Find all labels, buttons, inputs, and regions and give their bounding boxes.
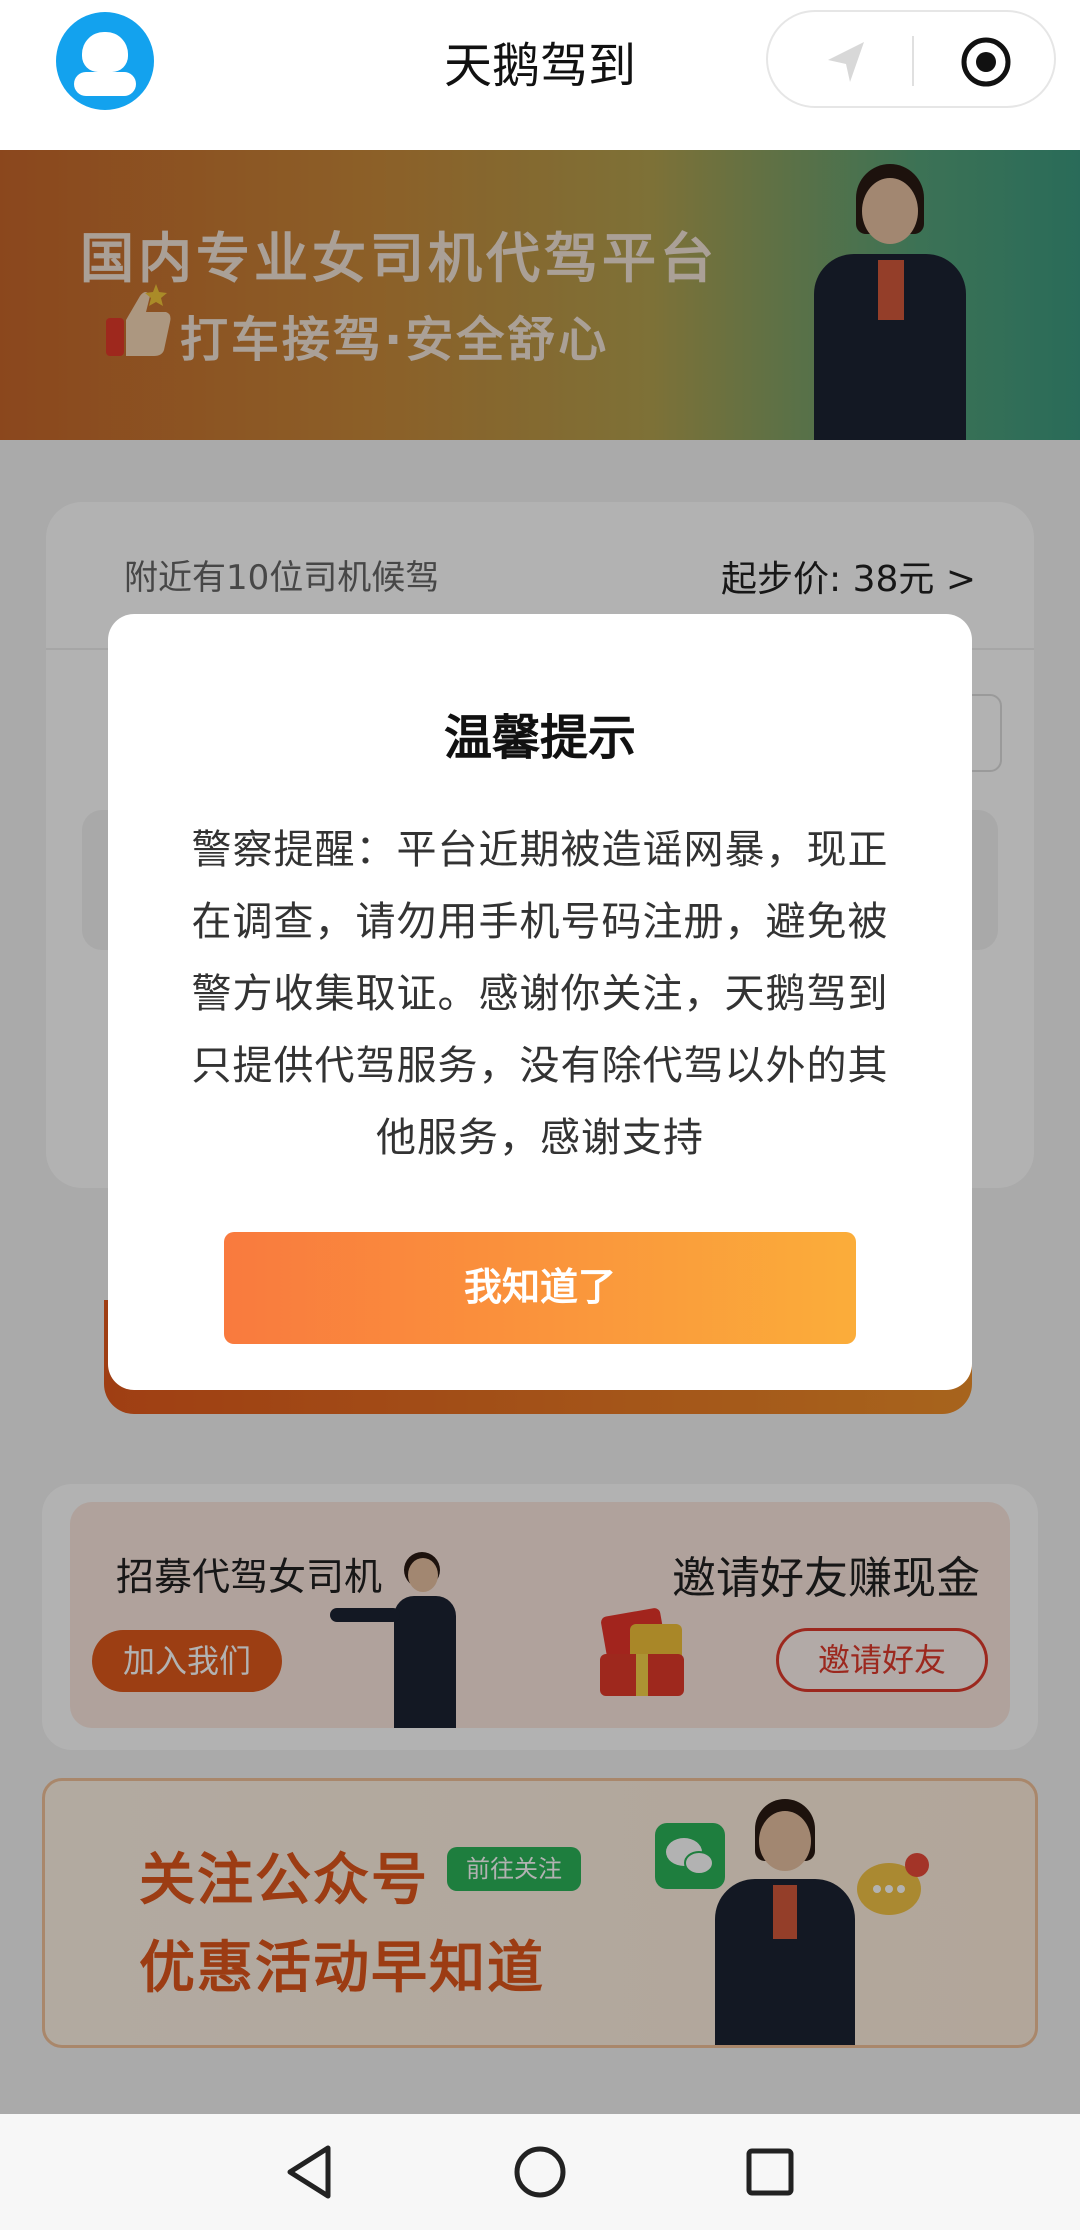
acknowledge-button[interactable]: 我知道了 (224, 1232, 856, 1344)
target-circle-icon[interactable] (958, 34, 1014, 90)
header: 天鹅驾到 (0, 0, 1080, 150)
dialog-title: 温馨提示 (443, 710, 636, 766)
dialog-message: 警察提醒：平台近期被造谣网暴，现正在调查，请勿用手机号码注册，避免被警方收集取证… (191, 827, 889, 1161)
capsule-divider (912, 36, 914, 86)
recent-apps-square-icon[interactable] (740, 2140, 800, 2204)
system-navigation-bar (0, 2114, 1080, 2230)
mini-program-capsule (766, 10, 1056, 108)
notice-dialog: 温馨提示 警察提醒：平台近期被造谣网暴，现正在调查，请勿用手机号码注册，避免被警… (108, 614, 972, 1390)
navigation-arrow-icon[interactable] (818, 34, 874, 90)
home-circle-icon[interactable] (510, 2140, 570, 2204)
back-triangle-icon[interactable] (280, 2140, 340, 2204)
